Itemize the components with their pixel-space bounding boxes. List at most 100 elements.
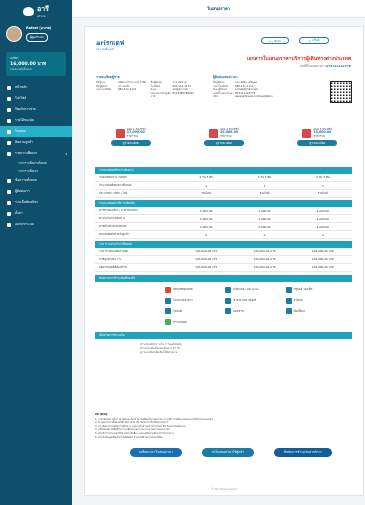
user-role-badge[interactable]: ผู้ดูแลระบบ [26, 33, 48, 42]
buyer-row: URL www.aritravel.com/quotation [213, 95, 322, 99]
sidebar-item-income[interactable]: รายได้ของฉัน [0, 115, 72, 126]
print-icon: ⎙ [308, 38, 311, 43]
plan-detail-button[interactable]: ดูรายละเอียด [110, 140, 151, 147]
sidebar-item-settings[interactable]: ตั้งค่า [0, 208, 72, 219]
payment-method[interactable]: ไลน์เพย์ [165, 308, 225, 316]
section-header: รายละเอียดทริปการเดินทาง [95, 167, 352, 174]
confirm-payment-button[interactable]: ยืนยันการชำระเงินค่าบริการ [274, 448, 332, 457]
doc-no-value: QT2111122778 [325, 64, 351, 68]
send-quotation-button[interactable]: ส่งใบเสนอราคาให้ลูกค้า [202, 448, 254, 457]
payment-method[interactable]: ชำระเงินสด [165, 318, 225, 326]
table-row: ส่วนลดพิเศษสำหรับลูกค้า 0 0 0 [95, 231, 352, 239]
cell: 4 วัน 3 คืน [257, 175, 272, 179]
payment-method[interactable]: ชำระผ่านเคาน์เตอร์ [225, 297, 285, 305]
payment-label: โอนผ่านธนาคาร [173, 298, 193, 303]
buyer-heading: ผู้ติดต่อเสนอราคา [213, 75, 238, 79]
back-button[interactable]: ⟵ Back [261, 37, 289, 44]
sidebar-item-partner[interactable]: ร่วมเป็นพันธมิตร [0, 197, 72, 208]
logo-sub: ทราเวล [37, 14, 46, 18]
action-buttons: เปลี่ยนราคาใบเสนอราคา ส่งใบเสนอราคาให้ลู… [95, 448, 352, 457]
credit-sub: ยอดคงเหลือทั้งหมด [10, 68, 32, 71]
sidebar-item-contact[interactable]: ผู้ติดต่อเรา [0, 186, 72, 197]
cell: 0 [321, 232, 324, 237]
table-row: จำนวนคนที่เดินทางทั้งหมด 1 2 3 [95, 182, 352, 190]
table-row: ราคารวมก่อนหักส่วนลด 120,000.00 บาท 120,00… [95, 248, 352, 256]
payment-method[interactable]: ผ่อนชำระ [225, 308, 285, 316]
credit-value: 16,000.00 บาท [10, 62, 46, 67]
row-label: ยอดรวมสุทธิที่ต้องชำระ [99, 265, 128, 269]
sidebar-item-sales-report[interactable]: รีพอร์ตการขาย [0, 104, 72, 115]
alipay-icon [285, 297, 292, 304]
payment-method[interactable]: ทรูมันนี่ วอลเล็ท [285, 286, 346, 294]
sidebar-item-profile[interactable]: โปรไฟล์ [0, 93, 72, 104]
buyer-info: ผู้ติดต่อเสนอราคา ชื่อผู้ติดต่อ นาย สมัคร… [213, 75, 322, 103]
field-key: เลขประจำตัวผู้เสียภาษี [150, 91, 171, 99]
cell: 120,000.00 บาท [195, 257, 218, 261]
sidebar-subitem-all-packages[interactable]: รายการแพ็คเกจทั้งหมด [0, 159, 72, 167]
plan-sub: ราคารวม [220, 133, 232, 138]
seller-info: รายละเอียดผู้ขาย ชื่อผู้ขาย บริษัท อารี ท… [96, 75, 205, 103]
cell: 120,000.00 บาท [195, 265, 218, 269]
seller-heading: รายละเอียดผู้ขาย [96, 75, 120, 79]
qr-code-icon [330, 81, 352, 103]
sidebar-subitem-packages[interactable]: รายการแพ็คเกจ [0, 167, 72, 175]
sidebar-item-label: หน้าหลัก [15, 85, 28, 89]
print-label: ปริ้นท์ [312, 38, 320, 42]
parties-info: รายละเอียดผู้ขาย ชื่อผู้ขาย บริษัท อารี ท… [96, 75, 352, 103]
row-label: ส่วนลดพิเศษสำหรับลูกค้า [99, 232, 130, 236]
sidebar-logo[interactable]: อารี ทราเวล [0, 0, 72, 18]
sidebar-subitem-label: รายการแพ็คเกจ [18, 168, 38, 173]
field-value [118, 92, 151, 99]
payment-label: ไลน์เพย์ [173, 308, 183, 313]
row-label: ราคารวมก่อนหักส่วนลด [99, 249, 128, 253]
sidebar-item-label: ผู้ติดต่อเรา [15, 189, 30, 193]
cell: 2 [263, 183, 266, 188]
field-key [96, 92, 118, 99]
sidebar-item-label: ออกจากระบบ [15, 222, 34, 226]
wallet-icon [7, 118, 11, 123]
payment-method[interactable]: ช้อปปี้เพย์ [285, 308, 346, 316]
credit-box: เครดิต 16,000.00 บาท ยอดคงเหลือทั้งหมด [6, 52, 66, 76]
payment-method[interactable]: อาลีเพย์ [285, 297, 346, 305]
handshake-icon [7, 200, 11, 205]
payment-method[interactable]: พร้อมเพย์ / QR Code [225, 286, 285, 294]
row-label: ค่าทิปไกด์และคนขับรถ [99, 224, 127, 228]
gear-icon [7, 211, 11, 216]
sidebar-item-packages[interactable]: รายการแพ็คเกจ ▾ [0, 148, 72, 159]
payment-label: ชำระผ่านเคาน์เตอร์ [233, 298, 257, 303]
sidebar-item-home[interactable]: หน้าหลัก [0, 82, 72, 93]
section-header: ช่องทางการชำระเงินที่รองรับ [95, 275, 352, 282]
plan-image [115, 128, 125, 138]
cell: 120,000.00 บาท [311, 249, 334, 253]
sidebar-item-quotation[interactable]: ใบเสนอ [0, 126, 72, 137]
section-header: รายละเอียดค่าบริการเพิ่มเติม [95, 200, 352, 207]
avatar[interactable] [6, 26, 22, 42]
plan-detail-button[interactable]: ดูรายละเอียด [297, 140, 338, 147]
installment-icon [225, 308, 232, 315]
sidebar-item-label: รีพอร์ตการขาย [15, 107, 36, 111]
print-button[interactable]: ⎙ ปริ้นท์ [299, 37, 329, 44]
chevron-down-icon: ▾ [65, 151, 67, 156]
plan-cards: แผน 1 คน/ทริป 17,000.00 ราคารวม ดูรายละเอี… [84, 127, 364, 147]
payment-label: ช้อปปี้เพย์ [293, 308, 305, 313]
chart-icon [7, 107, 11, 112]
payment-method[interactable]: โอนผ่านธนาคาร [165, 297, 225, 305]
cell: 120,000.00 บาท [195, 249, 218, 253]
note-line: ดูรายละเอียดเพิ่มเติมได้ที่ฝ่ายขาย [140, 351, 178, 354]
plan-sub: ราคารวม [313, 133, 325, 138]
brand-logo: ariรกเดฟ ทราเวลเซ็นเตอร์ [96, 38, 124, 52]
sidebar-item-messages[interactable]: ข้อความทั้งหมด [0, 175, 72, 186]
cell: 0 [205, 232, 208, 237]
counter-icon [225, 297, 232, 304]
row-label: ภาษีมูลค่าเพิ่ม 7% [99, 257, 122, 261]
cell: รวมไกด์ [317, 191, 328, 195]
sidebar-item-logout[interactable]: ออกจากระบบ [0, 219, 72, 230]
payment-method[interactable]: บัตรเครดิต/เดบิต [165, 286, 225, 294]
logo-text: อารี [37, 4, 49, 13]
sidebar-item-customers[interactable]: ติดตามลูกค้า [0, 137, 72, 148]
change-price-button[interactable]: เปลี่ยนราคาใบเสนอราคา [130, 448, 182, 457]
plan-detail-button[interactable]: ดูรายละเอียด [203, 140, 244, 147]
payment-label: อาลีเพย์ [293, 298, 303, 303]
row-label: ประเภทรถ / ที่พัก / ไกด์ [99, 191, 128, 195]
cell: 1,000.00 [199, 208, 213, 213]
